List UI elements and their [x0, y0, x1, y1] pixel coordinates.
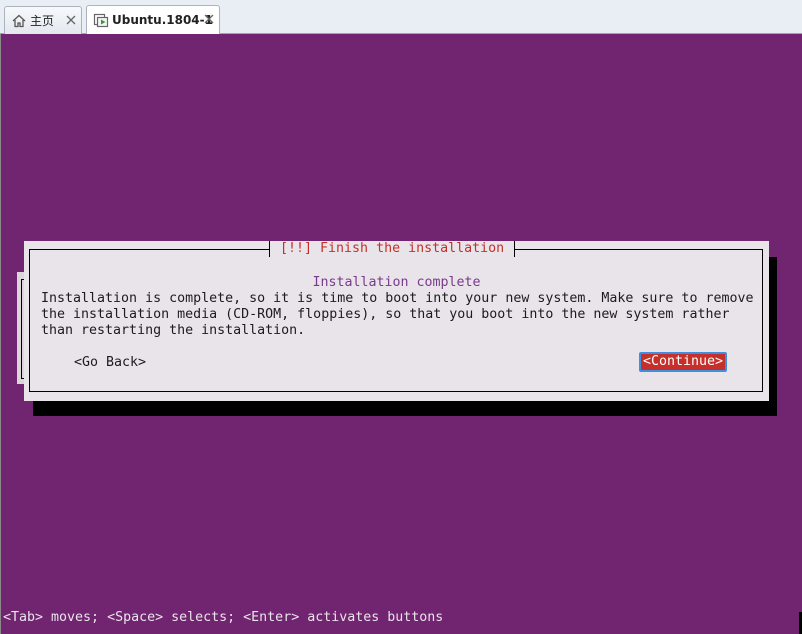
- tab-home[interactable]: 主页: [4, 6, 82, 34]
- keyboard-help-statusbar: <Tab> moves; <Space> selects; <Enter> ac…: [3, 610, 444, 625]
- dialog-heading: Installation complete: [312, 275, 481, 290]
- tab-bar: 主页 Ubuntu.1804-1: [0, 0, 802, 34]
- dialog-message: Installation is complete, so it is time …: [41, 291, 754, 338]
- finish-installation-dialog: [!!] Finish the installation Installatio…: [24, 241, 769, 401]
- home-icon: [11, 13, 27, 29]
- close-icon[interactable]: [202, 12, 216, 26]
- dialog-shadow: [33, 400, 777, 416]
- tab-home-label: 主页: [30, 14, 55, 28]
- continue-button[interactable]: <Continue>: [639, 352, 728, 372]
- dialog-shadow-right: [768, 257, 777, 416]
- go-back-button[interactable]: <Go Back>: [74, 355, 146, 371]
- close-icon[interactable]: [64, 13, 78, 27]
- vm-console[interactable]: [!!] Finish the installation Installatio…: [0, 34, 802, 634]
- tab-ubuntu-vm-label: Ubuntu.1804-1: [112, 13, 213, 27]
- vm-icon: [93, 12, 109, 28]
- tab-ubuntu-vm[interactable]: Ubuntu.1804-1: [86, 5, 220, 34]
- dialog-title: [!!] Finish the installation: [269, 241, 516, 257]
